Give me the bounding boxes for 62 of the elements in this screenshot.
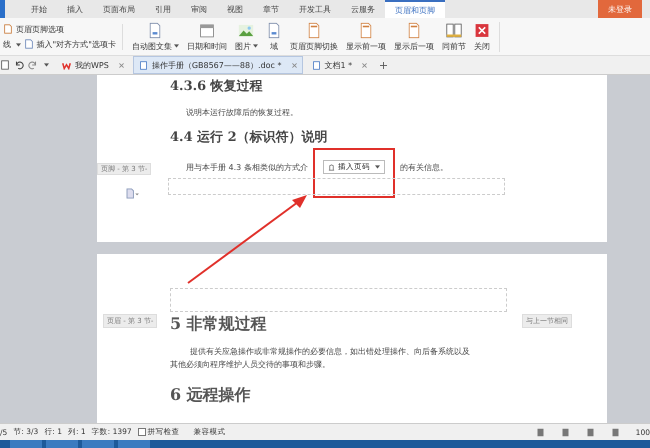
paragraph: 用与本手册 4.3 条相类似的方式介 — [186, 162, 308, 172]
caret-icon[interactable] — [44, 63, 49, 67]
calendar-icon — [198, 22, 215, 38]
caret-icon — [16, 42, 21, 46]
document-icon — [312, 60, 320, 70]
page-icon[interactable] — [126, 188, 139, 199]
close-icon — [474, 22, 490, 38]
menu-tab[interactable]: 章节 — [253, 0, 289, 18]
menu-tab[interactable]: 页眉和页脚 — [385, 0, 445, 18]
section-heading: 4.3.6 恢复过程 — [170, 78, 264, 95]
ribbon-button[interactable]: 自动图文集 — [128, 22, 182, 52]
paragraph: 说明本运行故障后的恢复过程。 — [185, 107, 299, 118]
menu-tab[interactable]: 开发工具 — [289, 0, 341, 18]
page-number-icon — [328, 164, 335, 170]
new-tab-icon[interactable] — [380, 62, 388, 68]
ribbon-button[interactable]: 域 — [262, 22, 285, 52]
document-tab[interactable]: 文档1 * — [306, 57, 372, 73]
caret-icon — [174, 44, 179, 48]
ribbon-button[interactable]: 显示前一项 — [342, 22, 389, 52]
caret-icon — [374, 165, 380, 169]
header-area[interactable] — [170, 288, 507, 312]
document-tab[interactable]: 我的WPS — [57, 57, 129, 73]
close-icon[interactable] — [118, 62, 124, 68]
two-pages-icon — [446, 22, 462, 38]
section-heading: 5 非常规过程 — [170, 314, 267, 335]
menu-tab[interactable]: 云服务 — [341, 0, 385, 18]
document-icon — [138, 60, 148, 70]
undo-icon[interactable] — [14, 60, 24, 70]
redo-icon[interactable] — [28, 60, 38, 70]
ribbon-button[interactable]: 页眉页脚切换 — [286, 22, 341, 52]
page-icon — [24, 39, 34, 49]
view-mode-icon[interactable] — [610, 428, 620, 436]
document-tab[interactable]: 操作手册（GB8567——88）.doc * — [132, 56, 302, 74]
ribbon-button[interactable]: 图片 — [232, 22, 261, 52]
menu-tab[interactable]: 视图 — [217, 0, 253, 18]
paragraph: 的有关信息。 — [400, 162, 448, 172]
header-line-button[interactable]: 线 — [3, 38, 21, 50]
footer-area[interactable] — [168, 178, 505, 195]
close-icon[interactable] — [362, 62, 368, 68]
view-mode-icon[interactable] — [536, 428, 545, 436]
caret-icon — [252, 44, 258, 48]
paragraph: 提供有关应急操作或非常规操作的必要信息，如出错处理操作、向后备系统以及其他必须向程序维护人员交待的事项和步骤。 — [170, 346, 470, 371]
preview-icon[interactable] — [0, 60, 10, 70]
close-icon[interactable] — [292, 62, 296, 68]
view-mode-icon[interactable] — [560, 428, 570, 436]
checkbox[interactable] — [138, 428, 146, 436]
header-footer-options-button[interactable]: 页眉页脚选项 — [16, 24, 64, 34]
menu-tab[interactable]: 开始 — [21, 0, 57, 18]
menu-tab[interactable]: 页面布局 — [93, 0, 145, 18]
section-heading: 6 远程操作 — [170, 385, 251, 406]
page-icon — [3, 24, 13, 34]
view-mode-icon[interactable] — [586, 428, 595, 436]
menu-tab[interactable]: 插入 — [57, 0, 93, 18]
insert-align-tab-button[interactable]: 插入"对齐方式"选项卡 — [36, 38, 116, 50]
ribbon-button[interactable]: 关闭 — [470, 22, 493, 52]
menu-tab[interactable]: 引用 — [145, 0, 181, 18]
menu-tab[interactable]: 审阅 — [181, 0, 217, 18]
ribbon-button[interactable]: 显示后一项 — [390, 22, 437, 52]
logo-icon — [62, 60, 71, 70]
section-heading: 4.4 运行 2（标识符）说明 — [170, 129, 329, 146]
ribbon-button[interactable]: 日期和时间 — [184, 22, 230, 52]
ribbon-button[interactable]: 同前节 — [438, 22, 469, 52]
